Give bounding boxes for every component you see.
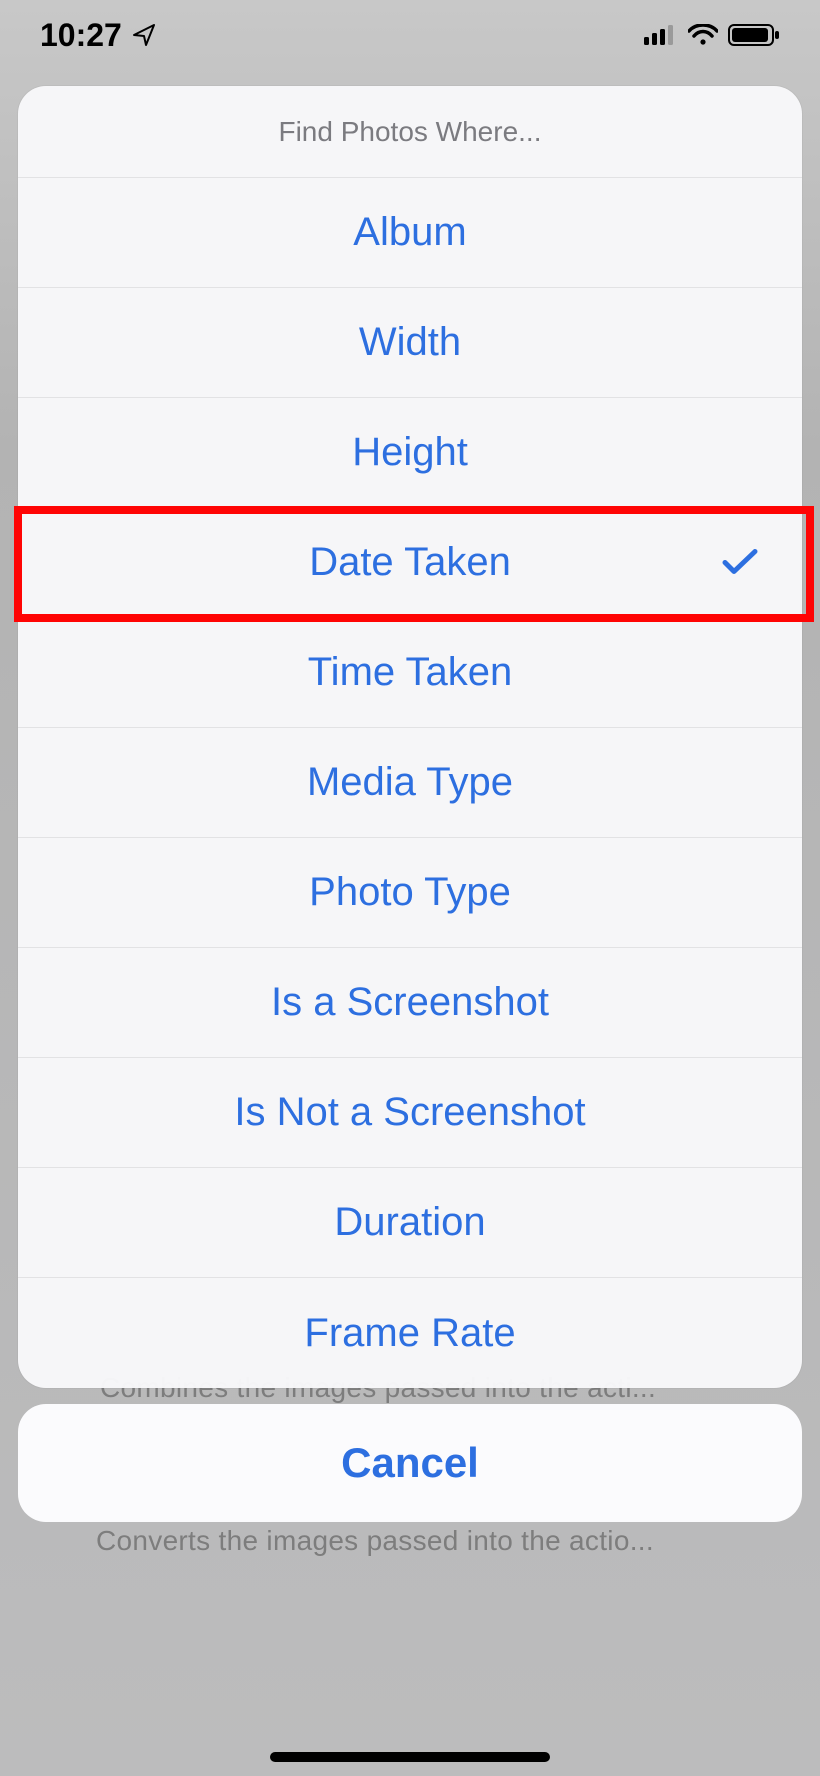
option-label: Height	[352, 430, 468, 475]
option-label: Album	[353, 210, 466, 255]
cancel-button[interactable]: Cancel	[18, 1404, 802, 1522]
wifi-icon	[688, 24, 718, 46]
option-label: Duration	[334, 1200, 485, 1245]
option-media-type[interactable]: Media Type	[18, 728, 802, 838]
option-label: Width	[359, 320, 461, 365]
option-duration[interactable]: Duration	[18, 1168, 802, 1278]
option-label: Time Taken	[308, 650, 513, 695]
status-time: 10:27	[40, 17, 122, 54]
location-icon	[132, 23, 156, 47]
option-frame-rate[interactable]: Frame Rate	[18, 1278, 802, 1388]
option-time-taken[interactable]: Time Taken	[18, 618, 802, 728]
status-bar: 10:27	[0, 0, 820, 70]
background-hint-text: Converts the images passed into the acti…	[96, 1525, 654, 1557]
option-photo-type[interactable]: Photo Type	[18, 838, 802, 948]
battery-icon	[728, 23, 780, 47]
option-width[interactable]: Width	[18, 288, 802, 398]
option-date-taken[interactable]: Date Taken	[18, 508, 802, 618]
checkmark-icon	[722, 540, 758, 585]
option-label: Date Taken	[309, 540, 511, 585]
option-label: Frame Rate	[304, 1311, 515, 1356]
option-label: Is a Screenshot	[271, 980, 549, 1025]
option-label: Is Not a Screenshot	[234, 1090, 585, 1135]
action-sheet: Find Photos Where... Album Width Height …	[18, 86, 802, 1388]
option-label: Media Type	[307, 760, 513, 805]
cellular-signal-icon	[644, 25, 678, 45]
home-indicator[interactable]	[270, 1752, 550, 1762]
option-label: Photo Type	[309, 870, 511, 915]
option-is-screenshot[interactable]: Is a Screenshot	[18, 948, 802, 1058]
option-height[interactable]: Height	[18, 398, 802, 508]
option-is-not-screenshot[interactable]: Is Not a Screenshot	[18, 1058, 802, 1168]
action-sheet-title: Find Photos Where...	[18, 86, 802, 178]
option-album[interactable]: Album	[18, 178, 802, 288]
cancel-label: Cancel	[341, 1439, 479, 1487]
